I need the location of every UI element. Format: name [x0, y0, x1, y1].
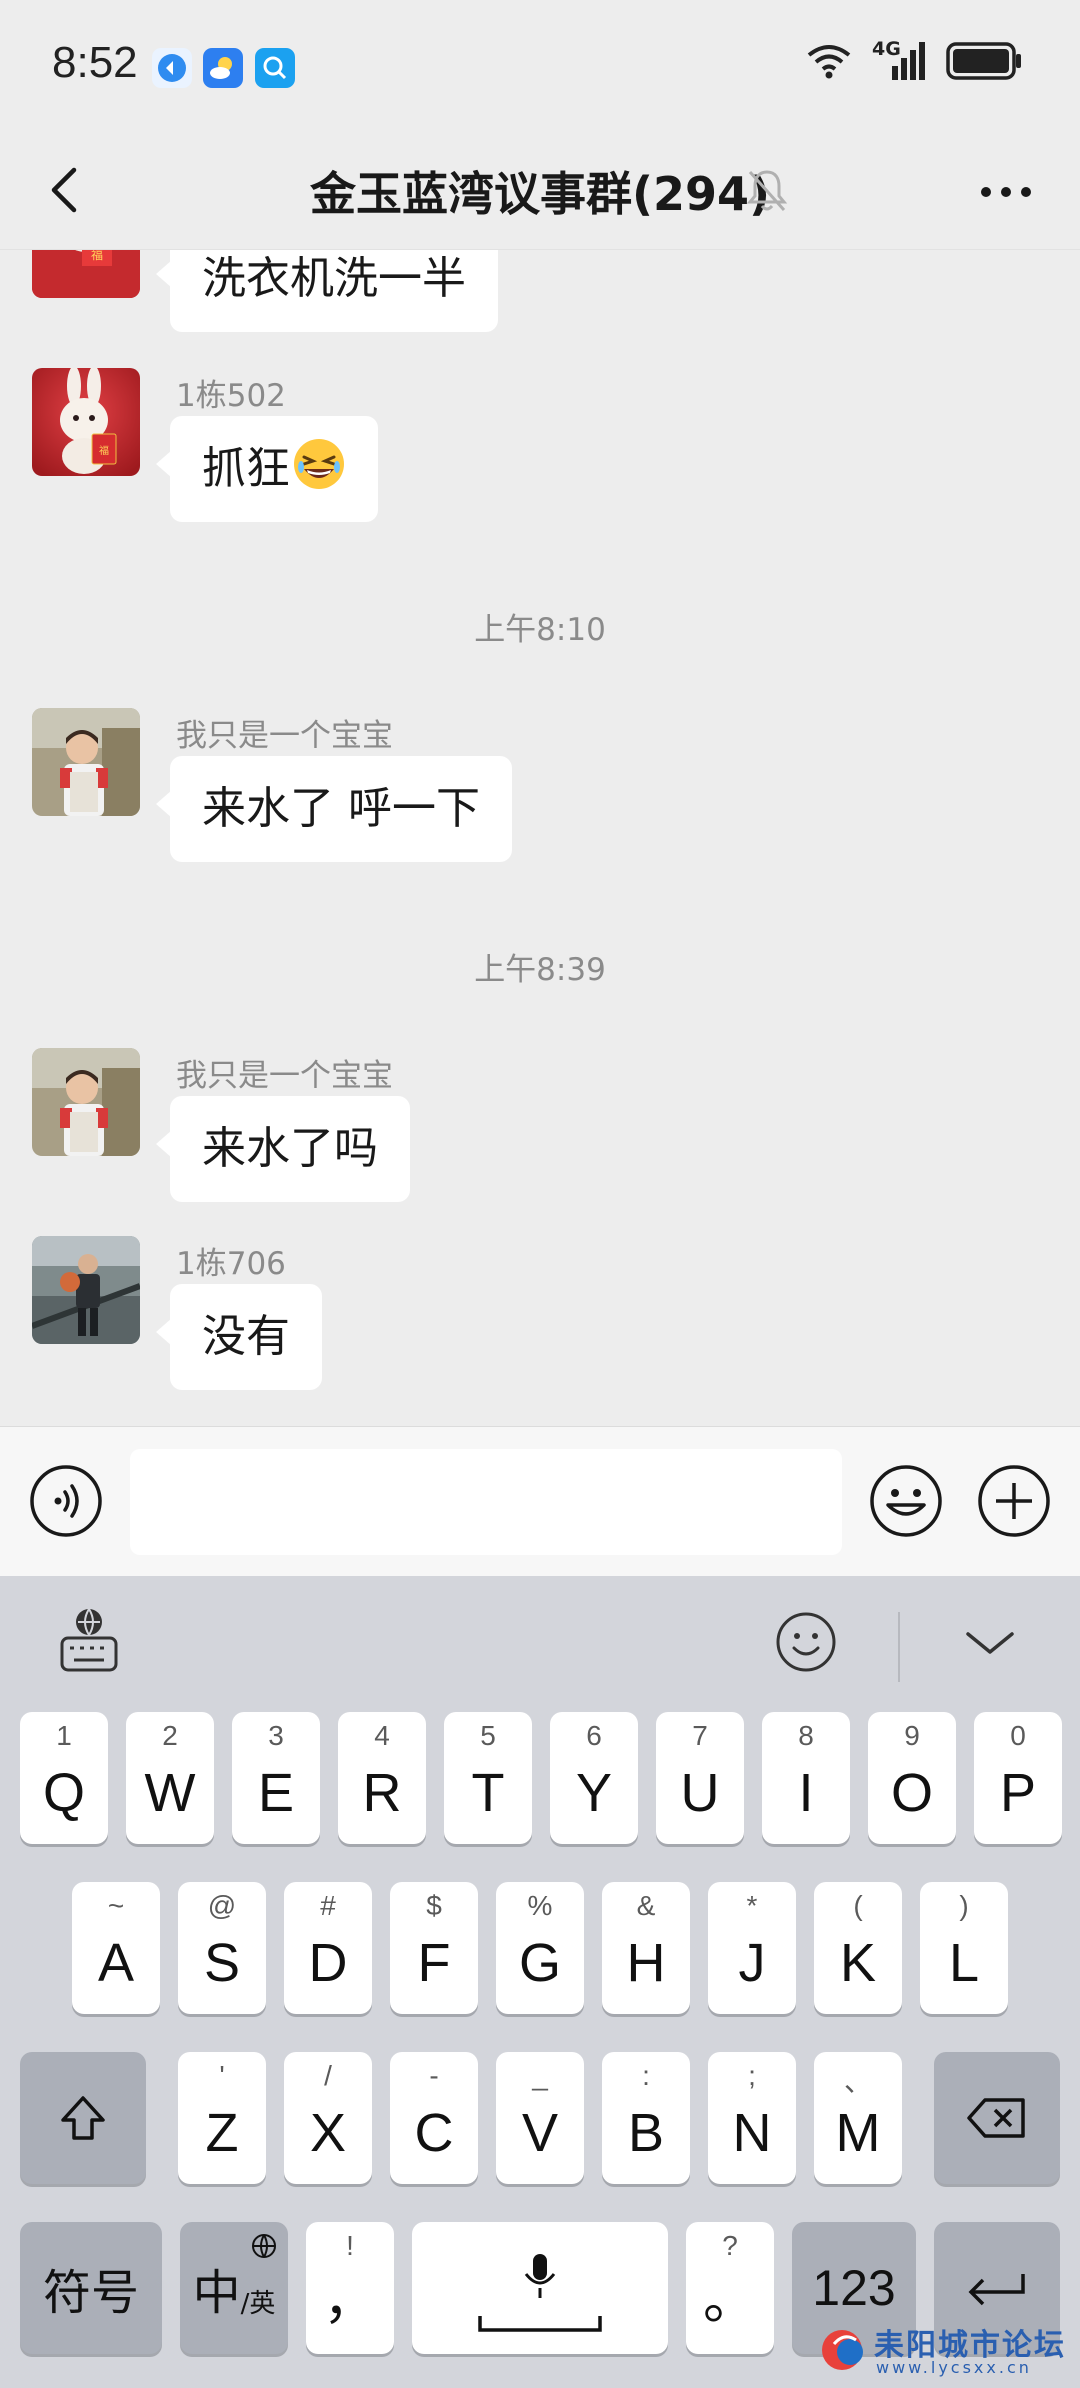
- key-x[interactable]: / X: [284, 2052, 372, 2184]
- sender-name: 我只是一个宝宝: [176, 718, 393, 754]
- message-bubble[interactable]: 来水了吗: [156, 1096, 410, 1202]
- more-dots-icon: [981, 187, 1031, 197]
- message-bubble[interactable]: 来水了 呼一下: [156, 756, 512, 862]
- return-arrow-icon: [968, 2274, 1025, 2306]
- status-bar: 8:52 4G: [0, 0, 1080, 132]
- svg-text:福: 福: [99, 444, 109, 457]
- message-bubble[interactable]: 没有: [156, 1284, 322, 1390]
- key-z[interactable]: ' Z: [178, 2052, 266, 2184]
- key-r[interactable]: 4R: [338, 1712, 426, 1844]
- key-v[interactable]: _ V: [496, 2052, 584, 2184]
- emoji-button[interactable]: [868, 1463, 944, 1539]
- hide-keyboard-button[interactable]: [952, 1604, 1028, 1680]
- key-w[interactable]: 2W: [126, 1712, 214, 1844]
- ime-keyboard: 1Q 2W 3E 4R 5T 6Y 7U 8I 9O 0P ~ A @ S # D $…: [0, 1576, 1080, 2388]
- watermark-logo: 耒阳城市论坛 www.lycsxx.cn: [820, 2320, 1070, 2380]
- grinning-squinting-face-icon: [294, 439, 344, 489]
- weather-app-icon: [203, 48, 243, 88]
- avatar[interactable]: 福: [32, 250, 140, 298]
- voice-icon: [30, 1465, 102, 1537]
- voice-input-button[interactable]: [28, 1463, 104, 1539]
- language-switch-key[interactable]: 中/英: [180, 2222, 288, 2354]
- key-e[interactable]: 3E: [232, 1712, 320, 1844]
- plus-icon: [978, 1465, 1050, 1537]
- key-k[interactable]: (K: [814, 1882, 902, 2014]
- svg-text:福: 福: [91, 250, 103, 262]
- backspace-icon: [967, 2098, 1025, 2138]
- avatar[interactable]: [32, 1236, 140, 1344]
- key-o[interactable]: 9O: [868, 1712, 956, 1844]
- period-key[interactable]: ?。: [686, 2222, 774, 2354]
- key-q[interactable]: 1Q: [20, 1712, 108, 1844]
- key-p[interactable]: 0P: [974, 1712, 1062, 1844]
- message-bubble[interactable]: 洗衣机洗一半: [156, 250, 498, 332]
- key-m[interactable]: 、 M: [814, 2052, 902, 2184]
- chat-title: 金玉蓝湾议事群(294): [309, 167, 771, 221]
- shift-arrow-icon: [61, 2096, 105, 2140]
- message-text: 抓狂: [202, 443, 290, 494]
- shift-key[interactable]: [20, 2052, 146, 2184]
- key-h[interactable]: & H: [602, 1882, 690, 2014]
- message-bubble[interactable]: 抓狂: [156, 416, 378, 522]
- key-l[interactable]: ) L: [920, 1882, 1008, 2014]
- key-y[interactable]: 6Y: [550, 1712, 638, 1844]
- key-s[interactable]: @ S: [178, 1882, 266, 2014]
- smiley-icon: [870, 1465, 942, 1537]
- space-key[interactable]: [412, 2222, 668, 2354]
- key-t[interactable]: 5T: [444, 1712, 532, 1844]
- message-input[interactable]: [130, 1449, 842, 1555]
- timestamp-separator: 上午8:10: [474, 612, 606, 648]
- toolbar-divider: [898, 1612, 900, 1682]
- keyboard-globe-icon: [60, 1608, 118, 1672]
- battery-icon: [946, 42, 1021, 80]
- timestamp-separator: 上午8:39: [474, 952, 606, 988]
- key-f[interactable]: $ F: [390, 1882, 478, 2014]
- muted-bell-icon: [746, 166, 788, 216]
- sender-name: 1栋502: [176, 378, 286, 414]
- key-n[interactable]: ; N: [708, 2052, 796, 2184]
- microphone-icon: [524, 2254, 556, 2298]
- symbols-key[interactable]: 符号: [20, 2222, 162, 2354]
- backspace-key[interactable]: [934, 2052, 1060, 2184]
- wifi-icon: [807, 45, 851, 79]
- message-input-bar: [0, 1426, 1080, 1576]
- avatar[interactable]: [32, 708, 140, 816]
- key-a[interactable]: ~ A: [72, 1882, 160, 2014]
- more-functions-button[interactable]: [976, 1463, 1052, 1539]
- comma-key[interactable]: !，: [306, 2222, 394, 2354]
- keyboard-emoji-button[interactable]: [768, 1604, 844, 1680]
- status-indicators: 4G: [804, 38, 1024, 82]
- keyboard-settings-button[interactable]: [52, 1604, 128, 1680]
- key-u[interactable]: 7U: [656, 1712, 744, 1844]
- space-bar-icon: [478, 2316, 602, 2332]
- smiley-icon: [776, 1612, 836, 1672]
- avatar[interactable]: 福: [32, 368, 140, 476]
- more-options-button[interactable]: [976, 172, 1036, 212]
- chat-header: 金玉蓝湾议事群(294): [0, 132, 1080, 250]
- key-b[interactable]: :B: [602, 2052, 690, 2184]
- cellular-signal-icon: 4G: [872, 38, 928, 82]
- key-d[interactable]: # D: [284, 1882, 372, 2014]
- key-j[interactable]: * J: [708, 1882, 796, 2014]
- search-app-icon: [255, 48, 295, 88]
- key-i[interactable]: 8I: [762, 1712, 850, 1844]
- key-c[interactable]: -C: [390, 2052, 478, 2184]
- keyboard-toolbar: [0, 1576, 1080, 1706]
- app-notification-icon: [152, 48, 192, 88]
- sender-name: 1栋706: [176, 1246, 286, 1282]
- watermark-url: www.lycsxx.cn: [876, 2358, 1032, 2377]
- sender-name: 我只是一个宝宝: [176, 1058, 393, 1094]
- message-list[interactable]: 福 洗衣机洗一半 福 1栋502 抓狂 上午8:10 我只是一个宝宝 来水了 呼…: [0, 250, 1080, 1426]
- wechat-group-chat-screen: 8:52 4G 金玉蓝湾议事群(294) 福 洗衣机洗一半 福 1栋502 抓狂…: [0, 0, 1080, 2388]
- key-g[interactable]: % G: [496, 1882, 584, 2014]
- avatar[interactable]: [32, 1048, 140, 1156]
- status-time: 8:52: [52, 38, 138, 87]
- chevron-down-icon: [966, 1632, 1014, 1654]
